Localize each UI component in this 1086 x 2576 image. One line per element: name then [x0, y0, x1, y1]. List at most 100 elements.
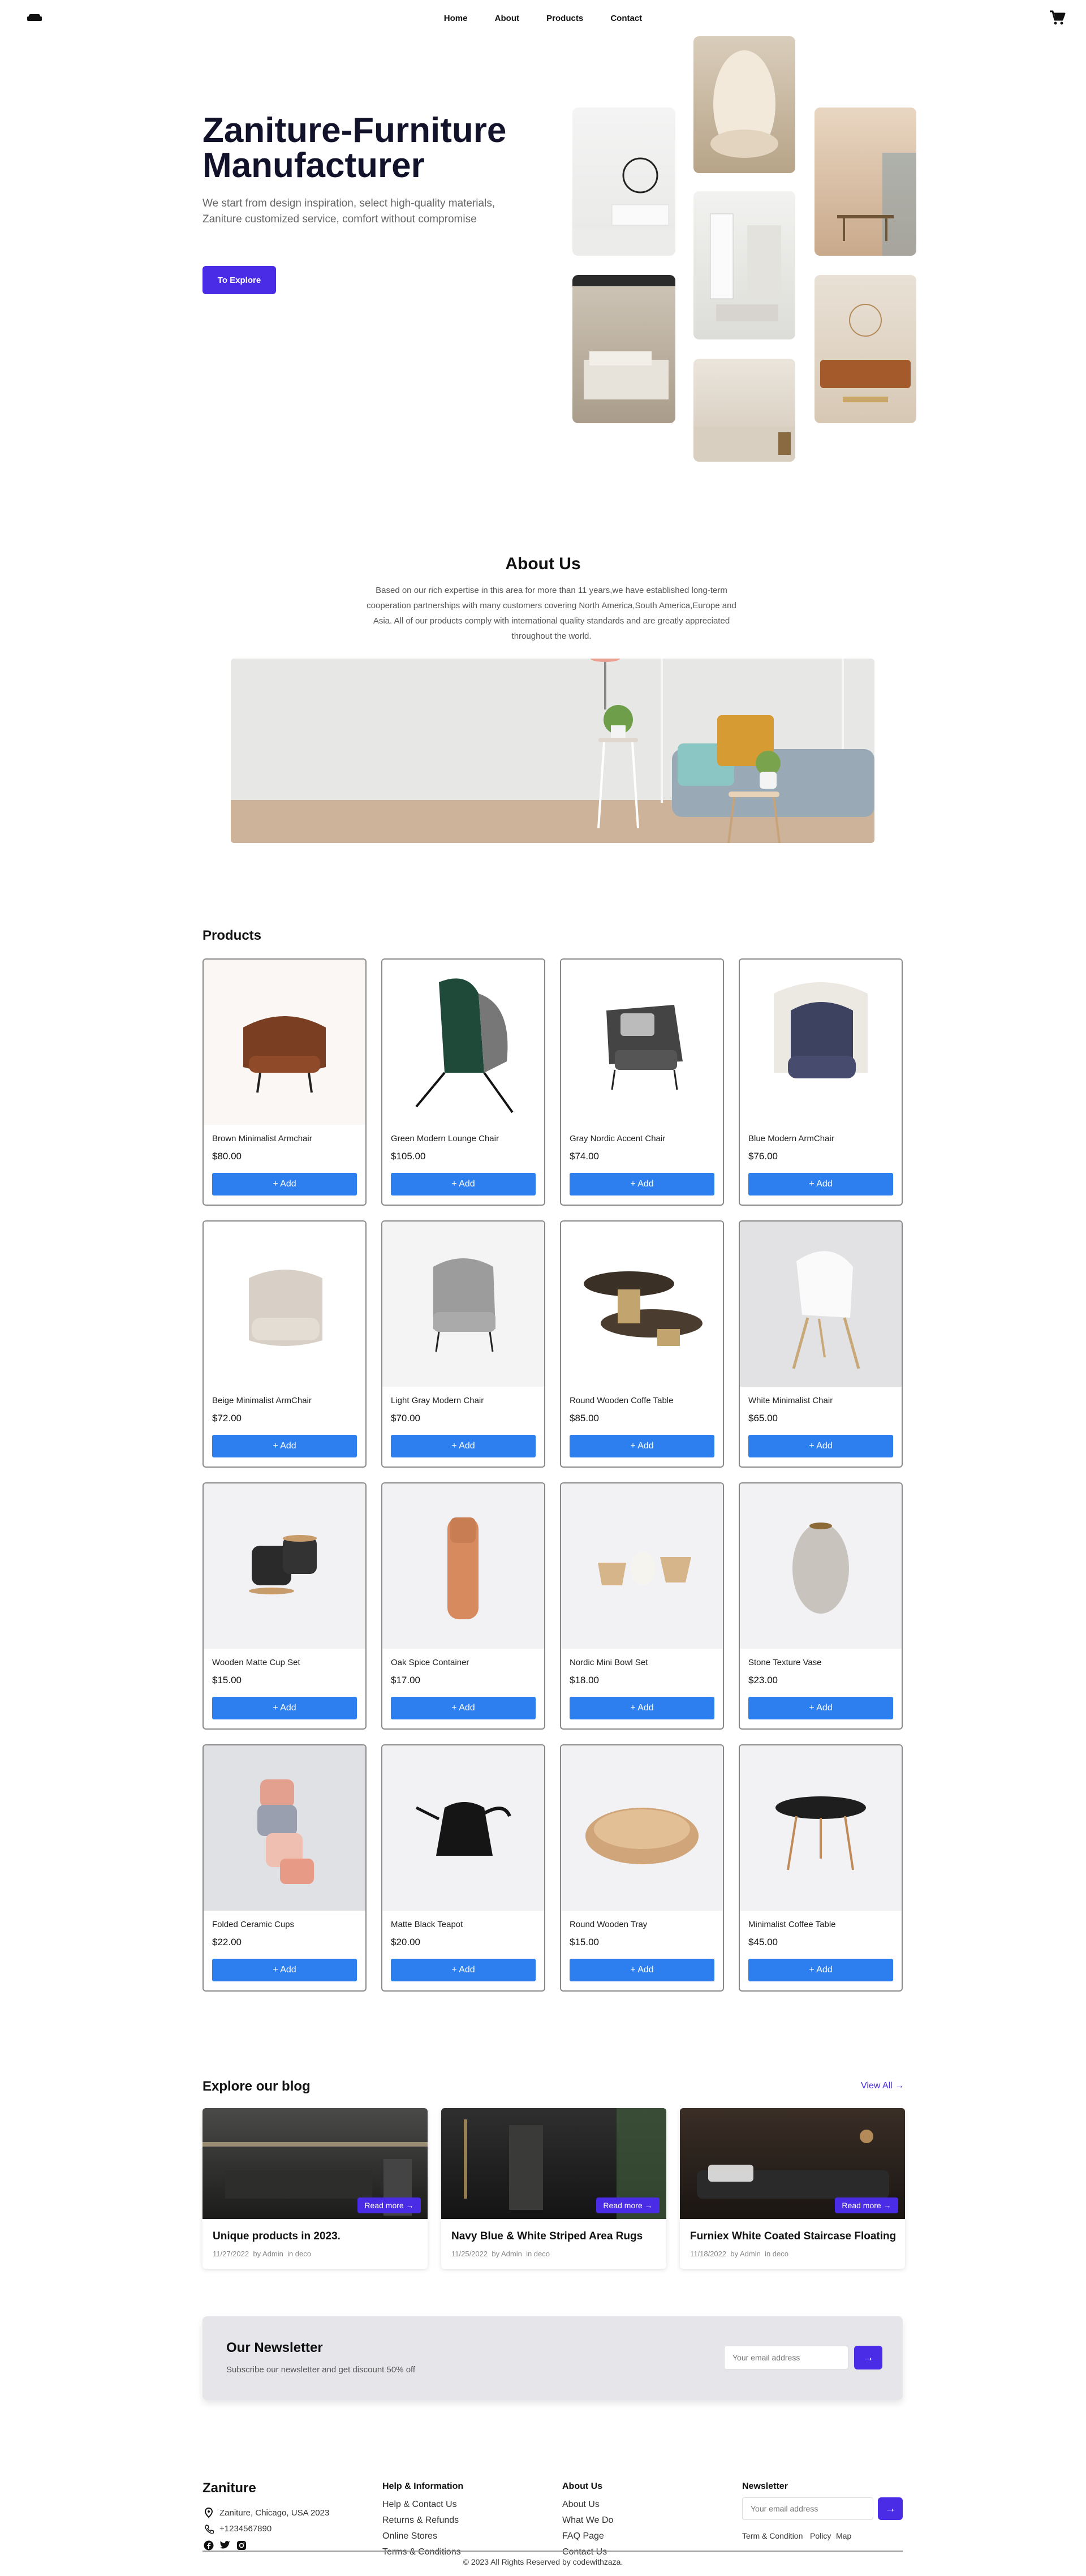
- add-to-cart-button[interactable]: + Add: [391, 1959, 536, 1981]
- blog-post-title[interactable]: Unique products in 2023.: [213, 2230, 341, 2243]
- product-price: $15.00: [212, 1675, 242, 1685]
- about-title: About Us: [505, 554, 581, 573]
- footer-link-online-stores[interactable]: Online Stores: [382, 2531, 437, 2541]
- newsletter-submit-button[interactable]: →: [854, 2346, 882, 2369]
- footer-link-terms[interactable]: Terms & Conditions: [382, 2547, 461, 2557]
- nav-link-products[interactable]: Products: [546, 14, 583, 23]
- product-card: Beige Minimalist ArmChair $72.00 + Add: [202, 1220, 367, 1468]
- product-name: Matte Black Teapot: [391, 1920, 463, 1929]
- add-to-cart-button[interactable]: + Add: [212, 1697, 357, 1719]
- nav-link-home[interactable]: Home: [444, 14, 468, 23]
- product-card: Minimalist Coffee Table $45.00 + Add: [739, 1744, 903, 1992]
- read-more-button[interactable]: Read more →: [357, 2197, 421, 2213]
- add-to-cart-button[interactable]: + Add: [212, 1959, 357, 1981]
- footer-link-help-contact[interactable]: Help & Contact Us: [382, 2500, 457, 2510]
- products-title: Products: [202, 928, 262, 943]
- newsletter-email-input[interactable]: [724, 2346, 848, 2369]
- product-image: [740, 1745, 902, 1911]
- nav-link-about[interactable]: About: [495, 14, 519, 23]
- footer-link-policy[interactable]: Policy: [810, 2531, 831, 2540]
- add-to-cart-button[interactable]: + Add: [391, 1173, 536, 1195]
- product-card: Nordic Mini Bowl Set $18.00 + Add: [560, 1482, 724, 1730]
- footer-brand: Zaniture: [202, 2480, 256, 2496]
- product-card: Gray Nordic Accent Chair $74.00 + Add: [560, 958, 724, 1206]
- add-to-cart-button[interactable]: + Add: [212, 1173, 357, 1195]
- read-more-button[interactable]: Read more →: [596, 2197, 660, 2213]
- hero-subtitle: We start from design inspiration, select…: [202, 197, 495, 225]
- explore-button[interactable]: To Explore: [202, 266, 276, 294]
- add-to-cart-button[interactable]: + Add: [570, 1435, 714, 1457]
- product-image: [740, 1483, 902, 1649]
- product-card: Brown Minimalist Armchair $80.00 + Add: [202, 958, 367, 1206]
- view-all-link[interactable]: View All →: [861, 2081, 904, 2091]
- product-price: $70.00: [391, 1413, 420, 1424]
- product-image: [204, 960, 365, 1125]
- product-name: Round Wooden Tray: [570, 1920, 648, 1929]
- add-to-cart-button[interactable]: + Add: [570, 1173, 714, 1195]
- product-name: Wooden Matte Cup Set: [212, 1658, 300, 1667]
- instagram-icon[interactable]: [236, 2540, 247, 2551]
- newsletter-title: Our Newsletter: [226, 2340, 323, 2355]
- blog-card[interactable]: Read more → Furniex White Coated Stairca…: [680, 2108, 905, 2269]
- blog-post-meta: 11/27/2022 by Admin in deco: [213, 2250, 311, 2258]
- footer-phone: +1234567890: [219, 2524, 272, 2534]
- product-image: [382, 1222, 544, 1387]
- read-more-button[interactable]: Read more →: [835, 2197, 898, 2213]
- footer-submit-button[interactable]: →: [878, 2497, 903, 2520]
- add-to-cart-button[interactable]: + Add: [212, 1435, 357, 1457]
- add-to-cart-button[interactable]: + Add: [570, 1697, 714, 1719]
- blog-card[interactable]: Read more → Navy Blue & White Striped Ar…: [441, 2108, 666, 2269]
- add-to-cart-button[interactable]: + Add: [748, 1173, 893, 1195]
- product-name: Brown Minimalist Armchair: [212, 1134, 312, 1143]
- product-price: $18.00: [570, 1675, 599, 1685]
- product-name: Gray Nordic Accent Chair: [570, 1134, 666, 1143]
- footer-link-term-condition[interactable]: Term & Condition: [742, 2531, 803, 2540]
- footer-divider: [202, 2551, 903, 2552]
- product-name: Folded Ceramic Cups: [212, 1920, 295, 1929]
- add-to-cart-button[interactable]: + Add: [391, 1697, 536, 1719]
- blog-post-title[interactable]: Furniex White Coated Staircase Floating: [690, 2230, 896, 2243]
- blog-card[interactable]: Read more → Unique products in 2023. 11/…: [202, 2108, 428, 2269]
- footer-link-faq[interactable]: FAQ Page: [562, 2531, 604, 2541]
- footer-link-map[interactable]: Map: [836, 2531, 851, 2540]
- blog-post-author: by Admin: [492, 2250, 522, 2258]
- product-price: $45.00: [748, 1937, 778, 1947]
- add-to-cart-button[interactable]: + Add: [748, 1697, 893, 1719]
- footer-link-about[interactable]: About Us: [562, 2500, 600, 2510]
- blog-title: Explore our blog: [202, 2079, 311, 2094]
- nav-link-contact[interactable]: Contact: [610, 14, 642, 23]
- blog-post-title[interactable]: Navy Blue & White Striped Area Rugs: [451, 2230, 643, 2243]
- product-price: $23.00: [748, 1675, 778, 1685]
- product-price: $65.00: [748, 1413, 778, 1424]
- product-name: Green Modern Lounge Chair: [391, 1134, 499, 1143]
- blog-post-category: in deco: [287, 2250, 311, 2258]
- add-to-cart-button[interactable]: + Add: [391, 1435, 536, 1457]
- add-to-cart-button[interactable]: + Add: [570, 1959, 714, 1981]
- hero-image-bedroom: [572, 275, 675, 423]
- footer-link-contact[interactable]: Contact Us: [562, 2547, 607, 2557]
- product-card: Round Wooden Tray $15.00 + Add: [560, 1744, 724, 1992]
- facebook-icon[interactable]: [204, 2540, 214, 2551]
- cart-icon[interactable]: [1049, 9, 1066, 26]
- product-price: $17.00: [391, 1675, 420, 1685]
- product-price: $74.00: [570, 1151, 599, 1162]
- product-image: [204, 1222, 365, 1387]
- hero-image-sofa: [815, 275, 916, 423]
- product-name: Beige Minimalist ArmChair: [212, 1396, 312, 1405]
- blog-post-meta: 11/25/2022 by Admin in deco: [451, 2250, 550, 2258]
- about-image: [231, 659, 874, 843]
- product-image: [382, 960, 544, 1125]
- footer-help-title: Help & Information: [382, 2482, 464, 2491]
- nav-links: Home About Products Contact: [0, 14, 1086, 23]
- copyright-text: © 2023 All Rights Reserved by codewithza…: [463, 2557, 623, 2566]
- navbar: Home About Products Contact: [0, 0, 1086, 36]
- product-name: Light Gray Modern Chair: [391, 1396, 484, 1405]
- footer-link-returns[interactable]: Returns & Refunds: [382, 2515, 459, 2526]
- twitter-icon[interactable]: [219, 2540, 231, 2551]
- footer-email-input[interactable]: [742, 2497, 873, 2520]
- product-card: Light Gray Modern Chair $70.00 + Add: [381, 1220, 545, 1468]
- hero-image-dining: [815, 107, 916, 256]
- add-to-cart-button[interactable]: + Add: [748, 1959, 893, 1981]
- add-to-cart-button[interactable]: + Add: [748, 1435, 893, 1457]
- footer-link-what-we-do[interactable]: What We Do: [562, 2515, 613, 2526]
